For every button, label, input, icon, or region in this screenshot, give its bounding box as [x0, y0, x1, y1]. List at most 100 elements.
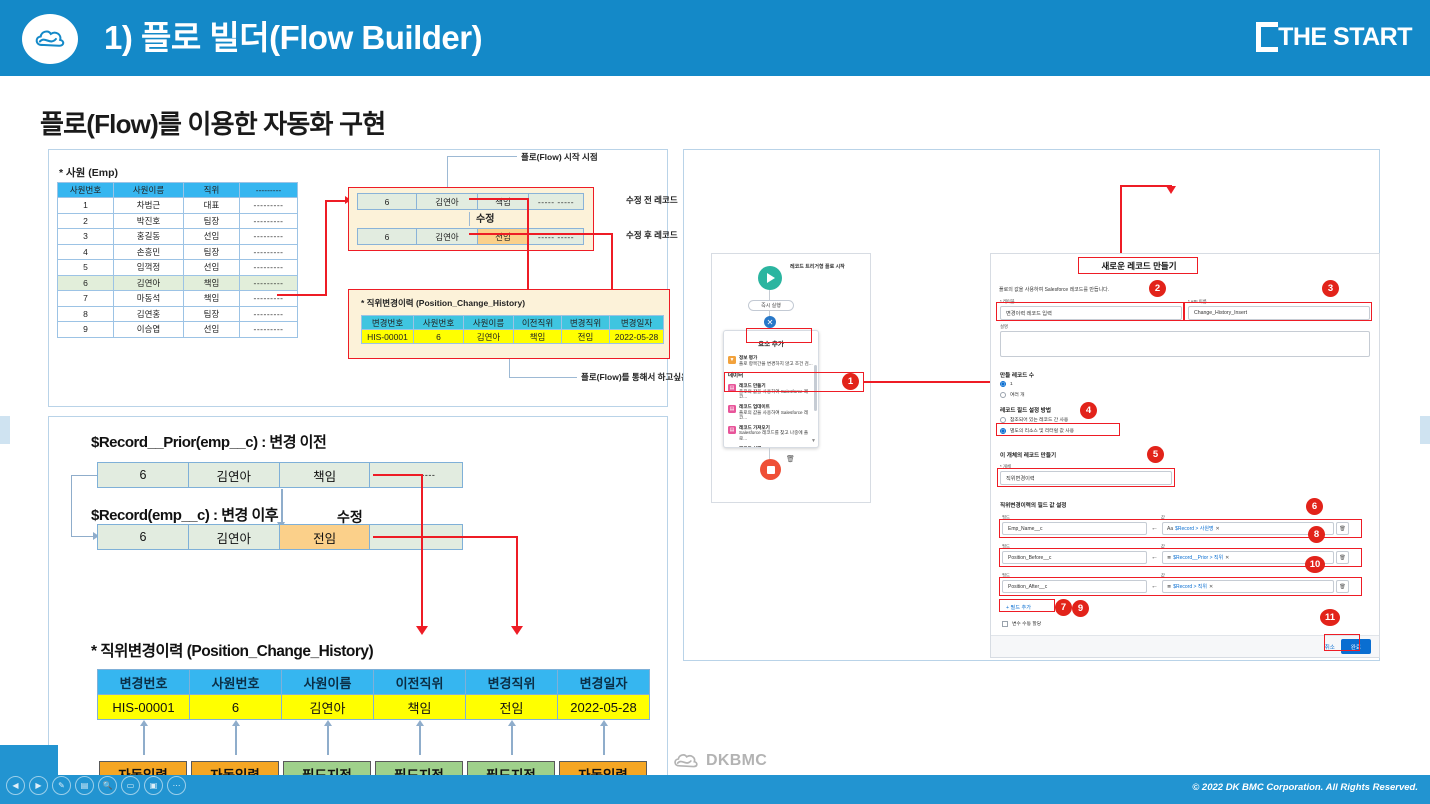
- flow-start-node[interactable]: [758, 266, 782, 290]
- cell: 김연아: [113, 274, 184, 291]
- panel-flow-builder: 레코드 트리거형 플로 시작 즉시 실행 ✕ 요소 추가 ▼ 정보 평가 플로 …: [683, 149, 1380, 661]
- cell: 5: [57, 259, 114, 276]
- radio-icon: [1000, 391, 1006, 398]
- cell: 차범근: [113, 197, 184, 214]
- table-row: 2 박진호 팀장 ---------: [57, 212, 298, 229]
- note-icon[interactable]: ▭: [121, 776, 140, 795]
- tag-arrow: [600, 720, 607, 755]
- cell: 6: [357, 228, 417, 245]
- dropdown-item-partial[interactable]: ▼ 정보 평가 플로 항목간을 변경하지 않고 조건 검...: [724, 353, 818, 368]
- cell: 3: [57, 228, 114, 245]
- pen-icon[interactable]: ✎: [52, 776, 71, 795]
- side-tab-right[interactable]: [1420, 416, 1430, 444]
- cell: 변경번호: [361, 315, 414, 330]
- cell: ---------: [239, 290, 298, 307]
- cell: 김연아: [187, 462, 280, 488]
- history-data-row: HIS-00001 6 김연아 책임 전임 2022-05-28: [97, 694, 650, 720]
- cell: 팀장: [183, 243, 240, 260]
- connector: [769, 290, 770, 300]
- cell: 2: [57, 212, 114, 229]
- flow-end-node[interactable]: [760, 459, 781, 480]
- radio-label: 1: [1010, 381, 1013, 387]
- cell: 책임: [278, 462, 371, 488]
- cell: 이전직위: [513, 315, 562, 330]
- slide-body: 플로(Flow)를 이용한 자동화 구현 * 사원 (Emp) 사원번호 사원이…: [0, 76, 1430, 801]
- highlight-apiname-input: [1184, 302, 1372, 321]
- slide-root: 1) 플로 빌더(Flow Builder) THE START 플로(Flow…: [0, 0, 1430, 804]
- delete-record-icon: ▤: [728, 446, 736, 447]
- cell: 6: [97, 462, 189, 488]
- redline-prior-arrow: [416, 626, 428, 635]
- screen-icon[interactable]: ▣: [144, 776, 163, 795]
- connector-after-pos: [469, 233, 613, 235]
- cell: 6: [97, 524, 189, 550]
- record-count-option-one[interactable]: 1: [1000, 381, 1013, 387]
- dropdown-item-update-record[interactable]: ▤ 레코드 업데이트 플로의 값을 사용하여 Salesforce 레코...: [724, 402, 818, 423]
- tag-arrow: [324, 720, 331, 755]
- cell: 팀장: [183, 305, 240, 322]
- search-icon[interactable]: 🔍: [98, 776, 117, 795]
- prev-icon[interactable]: ◀: [6, 776, 25, 795]
- cell: 6: [413, 329, 464, 344]
- dropdown-item-delete-record[interactable]: ▤ 레코드 삭제 Salesforce 레코드를 삭제합니다.: [724, 444, 818, 447]
- emp-table-header-row: 사원번호 사원이름 직위 ---------: [57, 182, 298, 198]
- cell: 변경일자: [609, 315, 664, 330]
- next-icon[interactable]: ▶: [29, 776, 48, 795]
- cell: ----- -----: [528, 228, 584, 245]
- description-textarea[interactable]: [1000, 331, 1370, 357]
- field-method-option-ref[interactable]: 참조되어 있는 레코드 간 사용: [1000, 416, 1068, 423]
- manual-assign-checkbox[interactable]: 변수 수동 할당: [1002, 620, 1041, 627]
- cell: 팀장: [183, 212, 240, 229]
- radio-label: 참조되어 있는 레코드 간 사용: [1010, 418, 1069, 423]
- more-icon[interactable]: ⋯: [167, 776, 186, 795]
- bracket-bottom: [71, 536, 95, 538]
- emp-th-1: 사원이름: [113, 182, 184, 198]
- cell: 6: [57, 274, 114, 291]
- dropdown-item-get-record[interactable]: ▤ 레코드 가져오기 Salesforce 레코드를 찾고 나중에 플로...: [724, 423, 818, 444]
- manual-assign-label: 변수 수동 할당: [1012, 622, 1042, 627]
- cell: 전임: [278, 524, 371, 550]
- cell: ---------: [239, 243, 298, 260]
- side-tab-left[interactable]: [0, 416, 10, 444]
- cell: ---------: [239, 259, 298, 276]
- run-mode-pill: 즉시 실행: [748, 300, 794, 311]
- cell: 홍길동: [113, 228, 184, 245]
- chevron-down-icon[interactable]: ▼: [811, 438, 816, 444]
- dropdown-item-desc: Salesforce 레코드를 찾고 나중에 플로...: [739, 430, 809, 441]
- modal-description: 플로의 값을 사용하여 Salesforce 레코드를 만듭니다.: [999, 287, 1110, 293]
- cell: 책임: [183, 274, 240, 291]
- redline-after-pos-vert: [516, 536, 518, 629]
- modify-arrow-line: [469, 212, 470, 226]
- dkbmc-cloud-icon: [674, 754, 698, 768]
- step-badge-11: 11: [1320, 609, 1340, 626]
- close-x-icon[interactable]: ✕: [764, 316, 776, 328]
- step-badge-10: 10: [1305, 556, 1325, 573]
- trash-icon[interactable]: 🗑: [786, 455, 795, 463]
- history-data-row: HIS-00001 6 김연아 책임 전임 2022-05-28: [361, 329, 664, 344]
- cell: 김연아: [416, 193, 478, 210]
- cell: 대표: [183, 197, 240, 214]
- redline-after-arrow: [511, 626, 523, 635]
- cell: 변경일자: [557, 669, 650, 695]
- cell: 변경직위: [465, 669, 558, 695]
- cell: 책임: [183, 290, 240, 307]
- record-count-option-many[interactable]: 여러 개: [1000, 391, 1025, 398]
- cell: 8: [57, 305, 114, 322]
- cell: ---------: [239, 321, 298, 338]
- cell: 7: [57, 290, 114, 307]
- highlight-object-input: [997, 468, 1175, 487]
- cell: 전임: [465, 694, 558, 720]
- connector-item-to-modal-top: [1120, 185, 1172, 187]
- cell: 책임: [373, 694, 466, 720]
- history-caption-top: * 직위변경이력 (Position_Change_History): [361, 298, 526, 308]
- leader-start-point: [447, 156, 517, 157]
- cell: 마동석: [113, 290, 184, 307]
- marker-icon[interactable]: ▤: [75, 776, 94, 795]
- cell: 이승엽: [113, 321, 184, 338]
- record-count-label: 만들 레코드 수: [1000, 373, 1034, 379]
- heading-record-prior: $Record__Prior(emp__c) : 변경 이전: [91, 434, 327, 451]
- stop-icon: [766, 465, 775, 474]
- cell: 김연아: [463, 329, 514, 344]
- cell: 박진호: [113, 212, 184, 229]
- heading-record-after: $Record(emp__c) : 변경 이후: [91, 507, 279, 524]
